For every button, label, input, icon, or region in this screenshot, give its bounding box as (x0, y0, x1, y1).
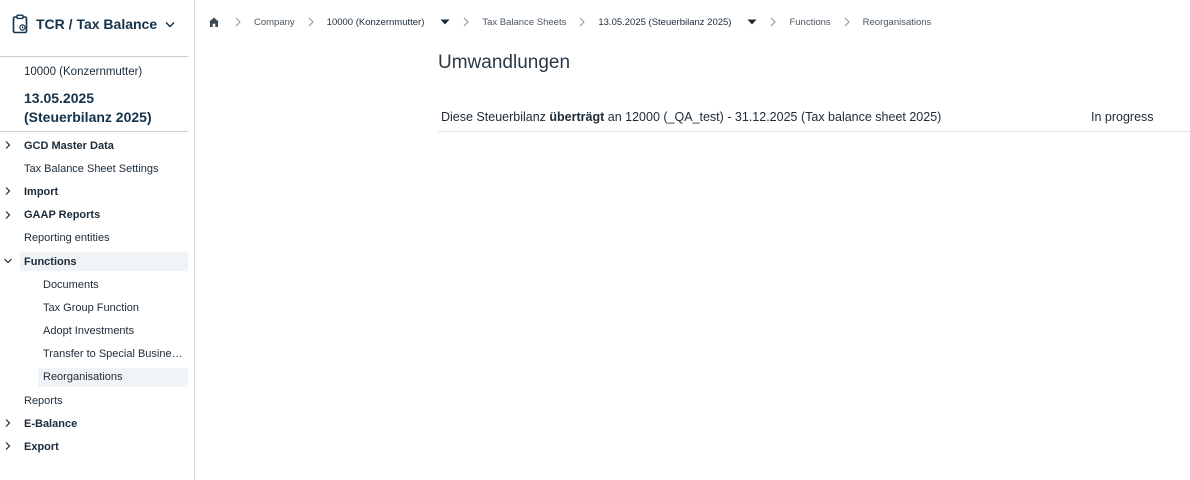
chevron-right-icon (763, 17, 783, 27)
sidebar-item-reports[interactable]: Reports (0, 389, 194, 412)
home-icon[interactable] (208, 15, 222, 29)
chevron-right-icon (3, 418, 13, 428)
chevron-down-icon (165, 18, 177, 30)
chevron-right-icon (572, 17, 592, 27)
reorganisation-description: Diese Steuerbilanz überträgt an 12000 (_… (441, 110, 941, 124)
page-title: Umwandlungen (438, 52, 571, 73)
divider (0, 131, 188, 132)
sidebar-item-label: Adopt Investments (43, 325, 135, 338)
sidebar-item-export[interactable]: Export (0, 435, 194, 458)
caret-down-icon[interactable] (747, 18, 757, 26)
chevron-down-icon (3, 256, 13, 266)
sidebar-item-gcd-master-data[interactable]: GCD Master Data (0, 134, 194, 157)
chevron-right-icon (3, 186, 13, 196)
sidebar-item-tax-group-function[interactable]: Tax Group Function (0, 296, 194, 319)
description-suffix: an 12000 (_QA_test) - 31.12.2025 (Tax ba… (607, 110, 942, 124)
app-switcher[interactable]: TCR / Tax Balance (12, 12, 182, 36)
breadcrumb-entity[interactable]: 10000 (Konzernmutter) (327, 17, 425, 28)
sidebar-item-label: E-Balance (24, 417, 78, 430)
sidebar-item-label: GAAP Reports (24, 209, 101, 222)
sidebar-item-transfer-to-special-business-assets[interactable]: Transfer to Special Business Assets (0, 343, 194, 366)
sidebar-item-reporting-entities[interactable]: Reporting entities (0, 227, 194, 250)
chevron-right-icon (3, 140, 13, 150)
chevron-right-icon (228, 17, 248, 27)
sidebar-item-label: Import (24, 185, 59, 198)
table-row[interactable]: Diese Steuerbilanz überträgt an 12000 (_… (438, 104, 1190, 132)
sidebar-item-import[interactable]: Import (0, 180, 194, 203)
divider (0, 56, 188, 57)
sidebar: TCR / Tax Balance 10000 (Konzernmutter) … (0, 0, 195, 480)
sidebar-nav: GCD Master Data Tax Balance Sheet Settin… (0, 134, 194, 459)
sidebar-item-gaap-reports[interactable]: GAAP Reports (0, 204, 194, 227)
sidebar-item-label: Reports (24, 394, 63, 407)
description-verb: überträgt (549, 110, 605, 124)
sidebar-item-label: Reporting entities (24, 232, 110, 245)
breadcrumb-tax-balance-sheets[interactable]: Tax Balance Sheets (482, 17, 566, 28)
sidebar-item-label: Reorganisations (43, 371, 123, 384)
description-prefix: Diese Steuerbilanz (441, 110, 546, 124)
chevron-right-icon (301, 17, 321, 27)
sidebar-item-tax-balance-sheet-settings[interactable]: Tax Balance Sheet Settings (0, 157, 194, 180)
chevron-right-icon (3, 441, 13, 451)
chevron-right-icon (837, 17, 857, 27)
sidebar-item-label: Documents (43, 278, 99, 291)
breadcrumb-company[interactable]: Company (254, 17, 295, 28)
chevron-right-icon (3, 210, 13, 220)
sidebar-item-adopt-investments[interactable]: Adopt Investments (0, 320, 194, 343)
context-company: 10000 (Konzernmutter) (24, 66, 143, 78)
sidebar-item-functions[interactable]: Functions (0, 250, 194, 273)
breadcrumb-sheet[interactable]: 13.05.2025 (Steuerbilanz 2025) (598, 17, 731, 28)
sidebar-item-label: Tax Group Function (43, 301, 139, 314)
sidebar-item-label: Functions (24, 255, 77, 268)
app-title: TCR / Tax Balance (36, 16, 158, 32)
chevron-right-icon (456, 17, 476, 27)
status-text: In progress (1091, 110, 1154, 124)
breadcrumb-current: Reorganisations (862, 16, 932, 28)
sidebar-item-label: Transfer to Special Business Assets (43, 348, 188, 361)
context-sheet: 13.05.2025 (Steuerbilanz 2025) (24, 90, 152, 125)
caret-down-icon[interactable] (440, 18, 450, 26)
sidebar-item-reorganisations[interactable]: Reorganisations (0, 366, 194, 389)
breadcrumb-functions[interactable]: Functions (789, 17, 830, 28)
clipboard-icon (12, 13, 30, 35)
sidebar-item-label: Export (24, 441, 59, 454)
sidebar-item-documents[interactable]: Documents (0, 273, 194, 296)
sidebar-item-e-balance[interactable]: E-Balance (0, 412, 194, 435)
breadcrumb: Company 10000 (Konzernmutter) Tax Balanc… (208, 13, 931, 31)
sidebar-item-label: GCD Master Data (24, 139, 114, 152)
sidebar-item-label: Tax Balance Sheet Settings (24, 162, 159, 175)
